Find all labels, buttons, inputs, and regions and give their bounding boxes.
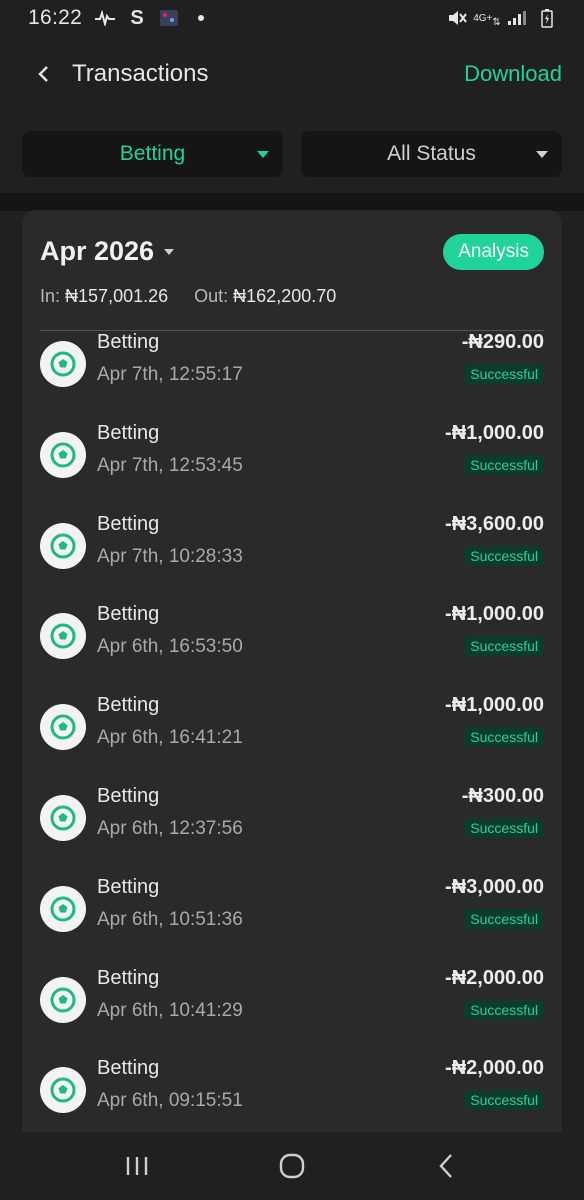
signal-icon [506,8,528,28]
status-badge: Successful [464,545,544,566]
status-filter-label: All Status [387,142,476,165]
caret-down-icon [257,151,269,158]
transaction-name: Betting [97,331,160,353]
status-badge: Successful [464,364,544,384]
back-button[interactable] [30,60,58,88]
filter-bar: Betting All Status [22,131,562,177]
activity-icon [94,8,116,28]
analysis-button[interactable]: Analysis [443,234,544,270]
betting-ball-icon [40,704,86,751]
notification-icons: S [94,6,212,29]
betting-ball-icon [40,522,86,569]
transaction-name: Betting [97,694,160,717]
dot-icon [190,8,212,28]
betting-ball-icon [40,431,86,478]
transaction-date: Apr 6th, 09:15:51 [97,1090,243,1112]
status-filter-dropdown[interactable]: All Status [301,131,562,177]
out-value: ₦162,200.70 [233,286,337,306]
transaction-amount: -₦1,000.00 [445,603,544,626]
section-separator [0,193,584,211]
month-label: Apr 2026 [40,236,155,266]
status-badge: Successful [464,999,544,1020]
transaction-date: Apr 6th, 10:51:36 [97,908,243,930]
out-label: Out: [194,286,229,306]
transaction-name: Betting [97,1057,160,1080]
status-bar: 16:22 S 4G+ ⇅ [0,0,584,36]
month-totals: In: ₦157,001.26 Out: ₦162,200.70 [40,286,336,307]
transaction-row[interactable]: Betting Apr 7th, 12:53:45 -₦1,000.00 Suc… [22,422,562,513]
home-button[interactable] [272,1146,312,1186]
transactions-card: Apr 2026 Analysis In: ₦157,001.26 Out: ₦… [22,210,562,1150]
transaction-date: Apr 6th, 16:53:50 [97,636,243,658]
betting-ball-icon [40,976,86,1023]
recents-icon [127,1157,148,1175]
status-badge: Successful [464,636,544,657]
transaction-amount: -₦2,000.00 [445,1057,544,1080]
download-button[interactable]: Download [464,61,562,87]
transaction-name: Betting [97,875,160,898]
transaction-name: Betting [97,603,160,626]
transaction-date: Apr 6th, 16:41:21 [97,727,243,749]
transaction-row[interactable]: Betting Apr 6th, 16:53:50 -₦1,000.00 Suc… [22,603,562,694]
battery-charging-icon [536,8,558,28]
status-badge: Successful [464,454,544,475]
transaction-amount: -₦3,600.00 [445,512,544,535]
4g-data-icon: 4G+ ⇅ [473,12,501,28]
caret-down-icon [164,248,175,255]
money-out: Out: ₦162,200.70 [194,286,336,307]
transaction-name: Betting [97,421,160,444]
page-title: Transactions [72,60,209,87]
status-badge: Successful [464,727,544,748]
transaction-amount: -₦3,000.00 [445,875,544,898]
transaction-name: Betting [97,512,160,535]
category-filter-dropdown[interactable]: Betting [22,131,283,177]
transaction-list: Betting Apr 7th, 12:55:17 -₦290.00 Succe… [22,331,562,1148]
transaction-row[interactable]: Betting Apr 7th, 12:55:17 -₦290.00 Succe… [22,331,562,422]
transaction-date: Apr 6th, 10:41:29 [97,999,243,1021]
system-nav-bar [0,1132,584,1200]
app-thumbnail-icon [158,8,180,28]
in-value: ₦157,001.26 [65,286,169,306]
category-filter-label: Betting [119,142,186,165]
back-icon [439,1154,452,1178]
betting-ball-icon [40,794,86,841]
transaction-date: Apr 6th, 12:37:56 [97,817,243,839]
transaction-row[interactable]: Betting Apr 6th, 10:41:29 -₦2,000.00 Suc… [22,967,562,1058]
network-label: 4G+ [473,12,493,24]
caret-down-icon [536,151,548,158]
transaction-name: Betting [97,966,160,989]
transaction-row[interactable]: Betting Apr 6th, 16:41:21 -₦1,000.00 Suc… [22,694,562,785]
status-badge: Successful [464,817,544,838]
betting-ball-icon [40,341,86,387]
transaction-amount: -₦1,000.00 [445,694,544,717]
in-label: In: [40,286,61,306]
recents-button[interactable] [117,1146,157,1186]
home-icon [279,1153,305,1179]
status-badge: Successful [464,1090,544,1111]
transaction-row[interactable]: Betting Apr 7th, 10:28:33 -₦3,600.00 Suc… [22,513,562,604]
transaction-amount: -₦1,000.00 [445,421,544,444]
transaction-amount: -₦2,000.00 [445,966,544,989]
status-time: 16:22 [28,6,83,29]
s-app-icon: S [130,6,144,29]
transaction-name: Betting [97,784,160,807]
transaction-amount: -₦300.00 [461,784,544,807]
transaction-amount: -₦290.00 [461,331,544,353]
betting-ball-icon [40,613,86,660]
betting-ball-icon [40,885,86,932]
chevron-left-icon [38,66,48,82]
month-selector[interactable]: Apr 2026 [40,236,175,267]
transaction-date: Apr 7th, 12:53:45 [97,454,243,476]
app-header: Transactions Download [0,40,584,108]
money-in: In: ₦157,001.26 [40,286,168,307]
transaction-date: Apr 7th, 12:55:17 [97,364,243,385]
mute-icon [446,8,468,28]
transaction-row[interactable]: Betting Apr 6th, 10:51:36 -₦3,000.00 Suc… [22,876,562,967]
betting-ball-icon [40,1067,86,1114]
system-back-button[interactable] [427,1146,467,1186]
status-badge: Successful [464,908,544,929]
transaction-date: Apr 7th, 10:28:33 [97,545,243,567]
transaction-row[interactable]: Betting Apr 6th, 12:37:56 -₦300.00 Succe… [22,785,562,876]
